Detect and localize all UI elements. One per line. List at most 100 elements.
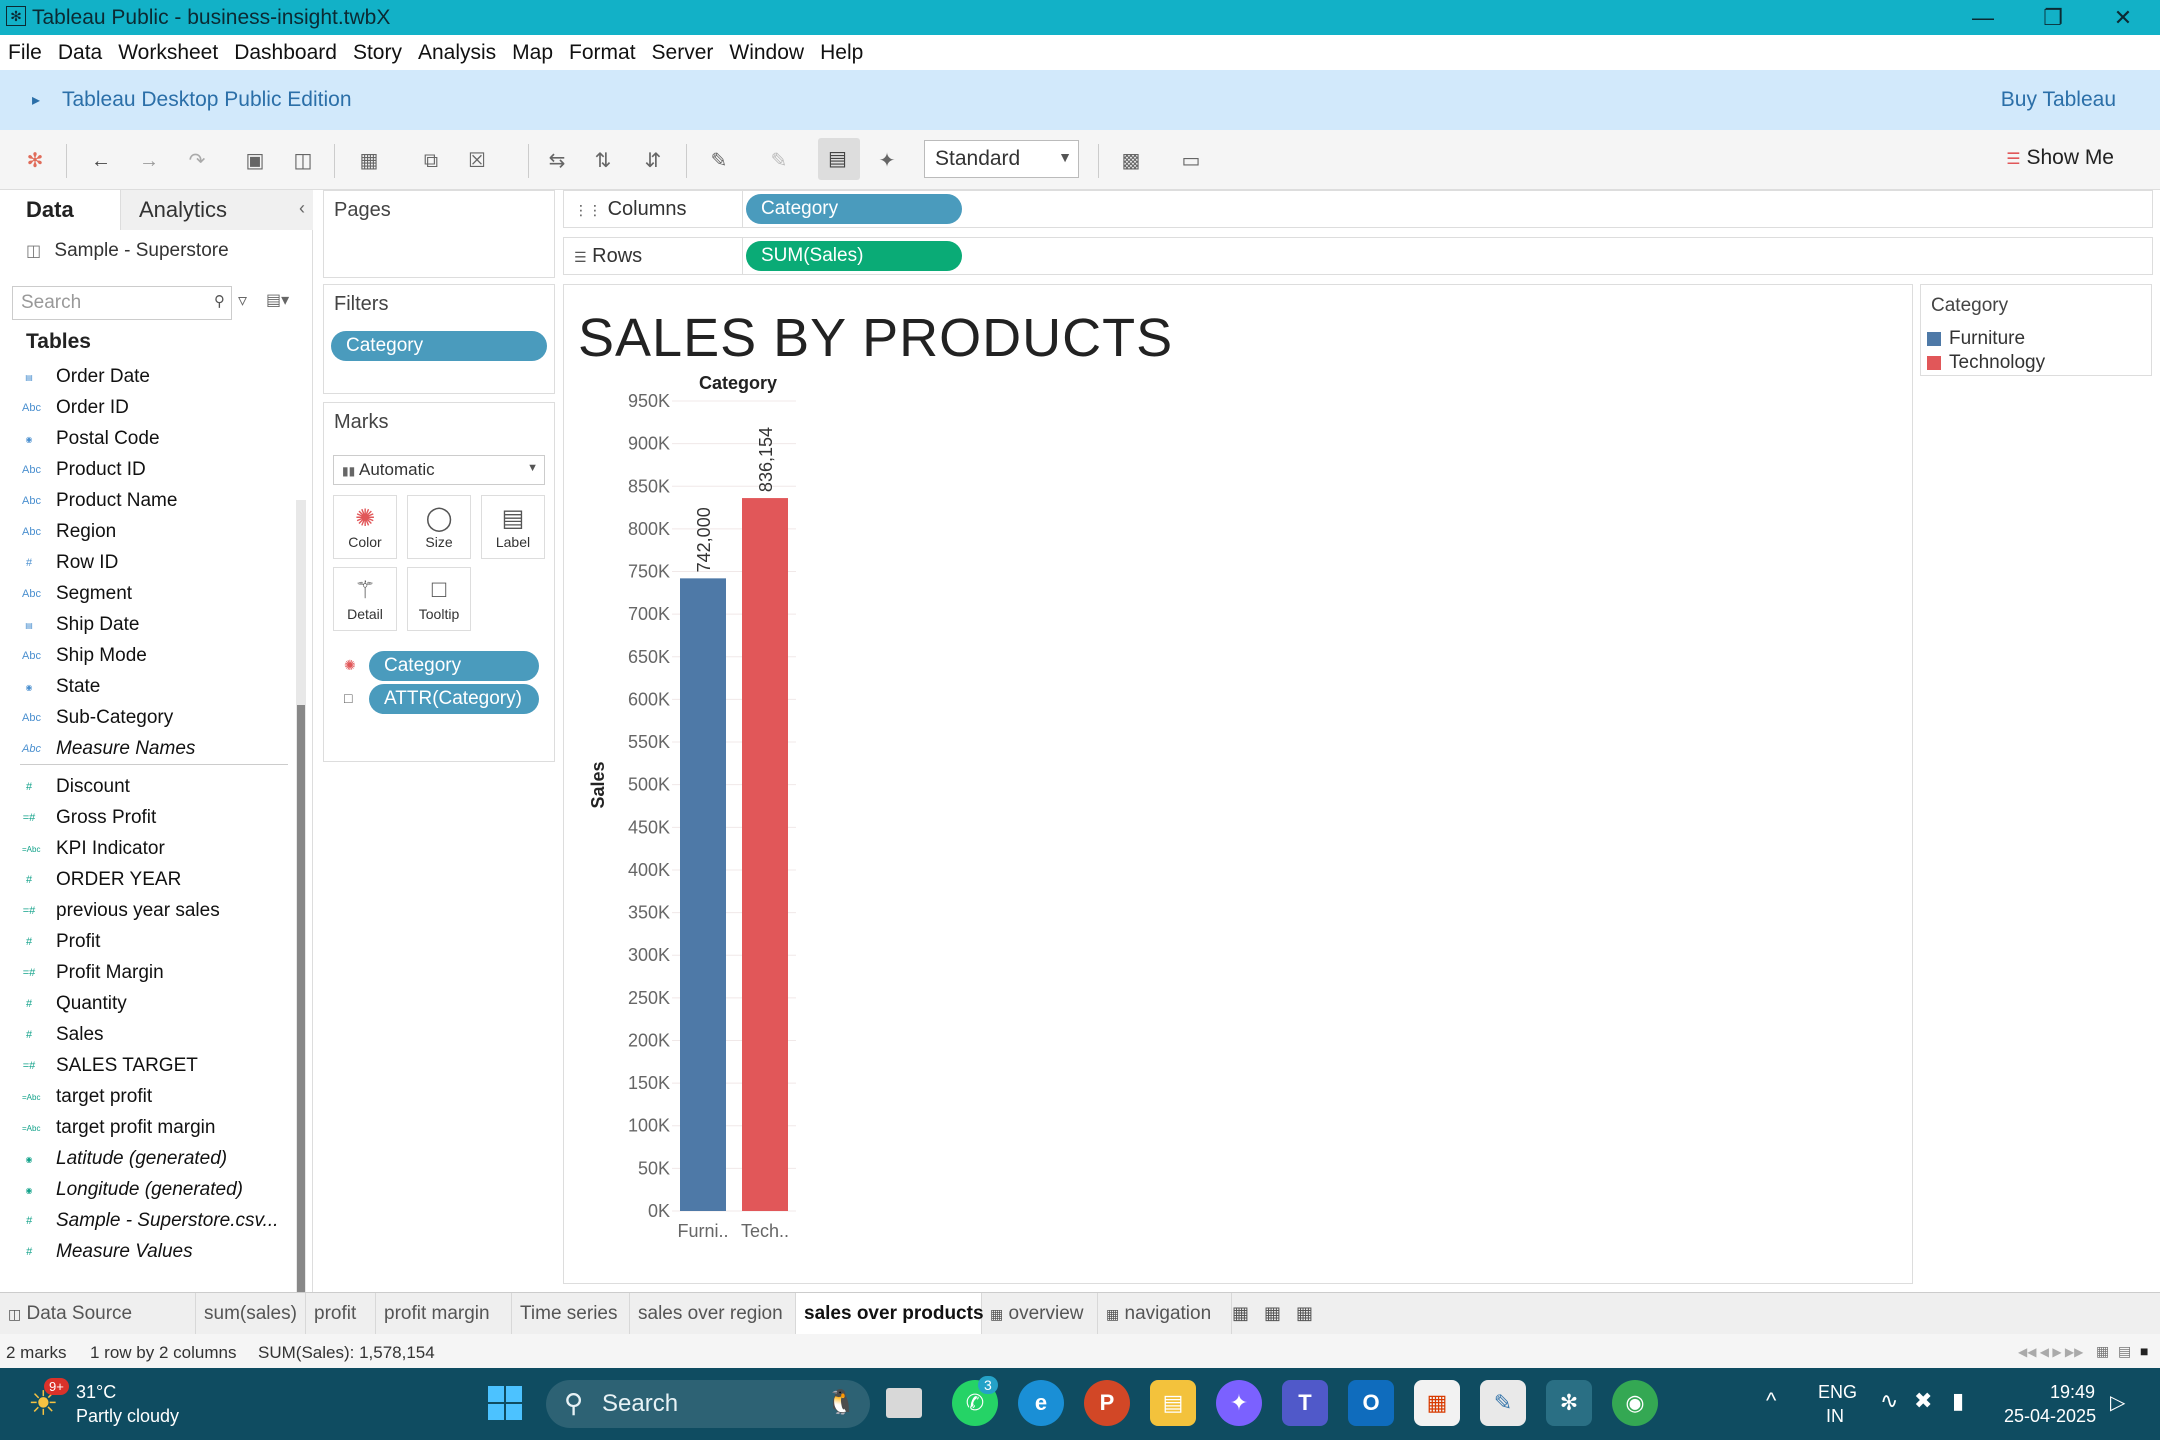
field-measure-names[interactable]: Abc Measure Names [22, 734, 195, 764]
mark-type-select[interactable]: ▮▮ Automatic ▼ [333, 455, 545, 485]
menu-analysis[interactable]: Analysis [418, 41, 496, 65]
datasource-item[interactable]: ◫ Sample - Superstore [26, 240, 229, 262]
volume-muted-icon[interactable]: ✖ [1914, 1388, 1932, 1414]
presentation-mode-icon[interactable]: ▭ [1178, 148, 1204, 174]
tab-analytics[interactable]: Analytics ‹ [120, 190, 313, 230]
field-state[interactable]: ◉ State [22, 672, 101, 702]
teams-icon[interactable]: T [1282, 1380, 1328, 1426]
legend-item-technology[interactable]: Technology [1927, 351, 2045, 375]
bar-furniture[interactable] [680, 578, 726, 1211]
legend-item-furniture[interactable]: Furniture [1927, 327, 2025, 351]
marks-pill-category[interactable]: Category [369, 651, 539, 681]
duplicate-sheet-icon[interactable]: ⧉ [418, 148, 444, 174]
field-order-year[interactable]: # ORDER YEAR [22, 865, 181, 895]
task-view-icon[interactable] [886, 1388, 922, 1418]
highlight-icon[interactable]: ✎ [706, 148, 732, 174]
chevron-up-icon[interactable]: ^ [1766, 1388, 1776, 1414]
field-longitude-generated[interactable]: ◉ Longitude (generated) [22, 1175, 243, 1205]
tab-sales-over-products[interactable]: sales over products [796, 1293, 984, 1335]
menu-dashboard[interactable]: Dashboard [234, 41, 337, 65]
show-mark-labels-button[interactable]: ▤ [818, 138, 860, 180]
fix-axes-icon[interactable]: ✦ [874, 148, 900, 174]
search-input[interactable]: Search ⚲ [12, 286, 232, 320]
copilot-icon[interactable]: ✦ [1216, 1380, 1262, 1426]
columns-shelf[interactable]: ⋮⋮ Columns Category [563, 190, 2153, 228]
chrome-icon[interactable]: ◉ [1612, 1380, 1658, 1426]
marks-size-button[interactable]: ◯ Size [407, 495, 471, 559]
undo-icon[interactable]: ← [88, 148, 114, 174]
outlook-icon[interactable]: O [1348, 1380, 1394, 1426]
wifi-icon[interactable]: ∿ [1880, 1388, 1898, 1414]
field-ship-date[interactable]: ▤ Ship Date [22, 610, 139, 640]
field-gross-profit[interactable]: =# Gross Profit [22, 803, 157, 833]
marks-detail-button[interactable]: ⚚ Detail [333, 567, 397, 631]
notification-icon[interactable]: ▷ [2110, 1390, 2125, 1415]
field-order-id[interactable]: Abc Order ID [22, 393, 129, 423]
tab-data-source[interactable]: ◫ Data Source [0, 1293, 196, 1335]
field-sub-category[interactable]: Abc Sub-Category [22, 703, 173, 733]
close-icon[interactable]: ✕ [2088, 0, 2158, 35]
clock-date[interactable]: 25-04-2025 [2004, 1406, 2096, 1427]
minimize-icon[interactable]: — [1948, 0, 2018, 35]
view-options-icon[interactable]: ▤▾ [266, 290, 289, 310]
collapse-pane-icon[interactable]: ‹ [299, 198, 305, 219]
show-cards-icon[interactable]: ▩ [1118, 148, 1144, 174]
save-icon[interactable]: ▣ [242, 148, 268, 174]
buy-tableau-link[interactable]: Buy Tableau [2001, 88, 2116, 112]
clear-sheet-icon[interactable]: ☒ [464, 148, 490, 174]
field-order-date[interactable]: ▤ Order Date [22, 362, 150, 392]
field-latitude-generated[interactable]: ◉ Latitude (generated) [22, 1144, 228, 1174]
field-product-name[interactable]: Abc Product Name [22, 486, 177, 516]
field-sales-target[interactable]: =# SALES TARGET [22, 1051, 198, 1081]
tab-navigation[interactable]: ▦ navigation [1098, 1293, 1232, 1335]
marks-label-button[interactable]: ▤ Label [481, 495, 545, 559]
redo-icon[interactable]: → [136, 148, 162, 174]
grid-view-icon[interactable]: ▦ [2096, 1343, 2109, 1360]
language-top[interactable]: ENG [1818, 1382, 1857, 1403]
battery-icon[interactable]: ▮ [1952, 1388, 1964, 1414]
marks-color-button[interactable]: ✺ Color [333, 495, 397, 559]
sheet-nav-icon[interactable]: ◀◀ ◀ ▶ ▶▶ [2018, 1345, 2083, 1359]
menu-map[interactable]: Map [512, 41, 553, 65]
windows-start-icon[interactable] [488, 1386, 522, 1420]
field-sample-superstore-csv[interactable]: # Sample - Superstore.csv... [22, 1206, 279, 1236]
field-profit[interactable]: # Profit [22, 927, 100, 957]
bar-technology[interactable] [742, 498, 788, 1211]
tab-profit-margin[interactable]: profit margin [376, 1293, 512, 1335]
new-datasource-icon[interactable]: ◫ [290, 148, 316, 174]
field-region[interactable]: Abc Region [22, 517, 116, 547]
clock-time[interactable]: 19:49 [2050, 1382, 2095, 1403]
new-worksheet-icon[interactable]: ▦ [1232, 1303, 1249, 1324]
new-dashboard-icon[interactable]: ▦ [1264, 1303, 1281, 1324]
tab-sum-sales[interactable]: sum(sales) [196, 1293, 306, 1335]
file-explorer-icon[interactable]: ▤ [1150, 1380, 1196, 1426]
field-ship-mode[interactable]: Abc Ship Mode [22, 641, 147, 671]
tableau-taskbar-icon[interactable]: ✻ [1546, 1380, 1592, 1426]
sort-ascending-icon[interactable]: ⇅ [590, 148, 616, 174]
marks-tooltip-button[interactable]: □ Tooltip [407, 567, 471, 631]
filter-pill-category[interactable]: Category [331, 331, 547, 361]
menu-story[interactable]: Story [353, 41, 402, 65]
filmstrip-view-icon[interactable]: ▤ [2118, 1343, 2131, 1360]
field-discount[interactable]: # Discount [22, 772, 130, 802]
field-measure-values[interactable]: # Measure Values [22, 1237, 193, 1267]
bar-chart[interactable]: Category Sales 0K 50K 100K 150K 200K 250K 300K… [564, 365, 804, 1265]
menu-file[interactable]: File [8, 41, 42, 65]
tab-sales-over-region[interactable]: sales over region [630, 1293, 796, 1335]
tab-overview[interactable]: ▦ overview [982, 1293, 1098, 1335]
field-row-id[interactable]: # Row ID [22, 548, 118, 578]
group-members-icon[interactable]: ✎ [766, 148, 792, 174]
tab-time-series[interactable]: Time series [512, 1293, 630, 1335]
field-postal-code[interactable]: ◉ Postal Code [22, 424, 160, 454]
powerpoint-icon[interactable]: P [1084, 1380, 1130, 1426]
filter-icon[interactable]: ▿ [238, 290, 247, 311]
menu-window[interactable]: Window [729, 41, 804, 65]
replay-icon[interactable]: ↷ [184, 148, 210, 174]
field-previous-year-sales[interactable]: =# previous year sales [22, 896, 220, 926]
python-icon[interactable]: ✎ [1480, 1380, 1526, 1426]
sort-descending-icon[interactable]: ⇵ [640, 148, 666, 174]
marks-pill-attr-category[interactable]: ATTR(Category) [369, 684, 539, 714]
restore-icon[interactable]: ❐ [2018, 0, 2088, 35]
field-profit-margin[interactable]: =# Profit Margin [22, 958, 164, 988]
rows-shelf[interactable]: ☰ Rows SUM(Sales) [563, 237, 2153, 275]
